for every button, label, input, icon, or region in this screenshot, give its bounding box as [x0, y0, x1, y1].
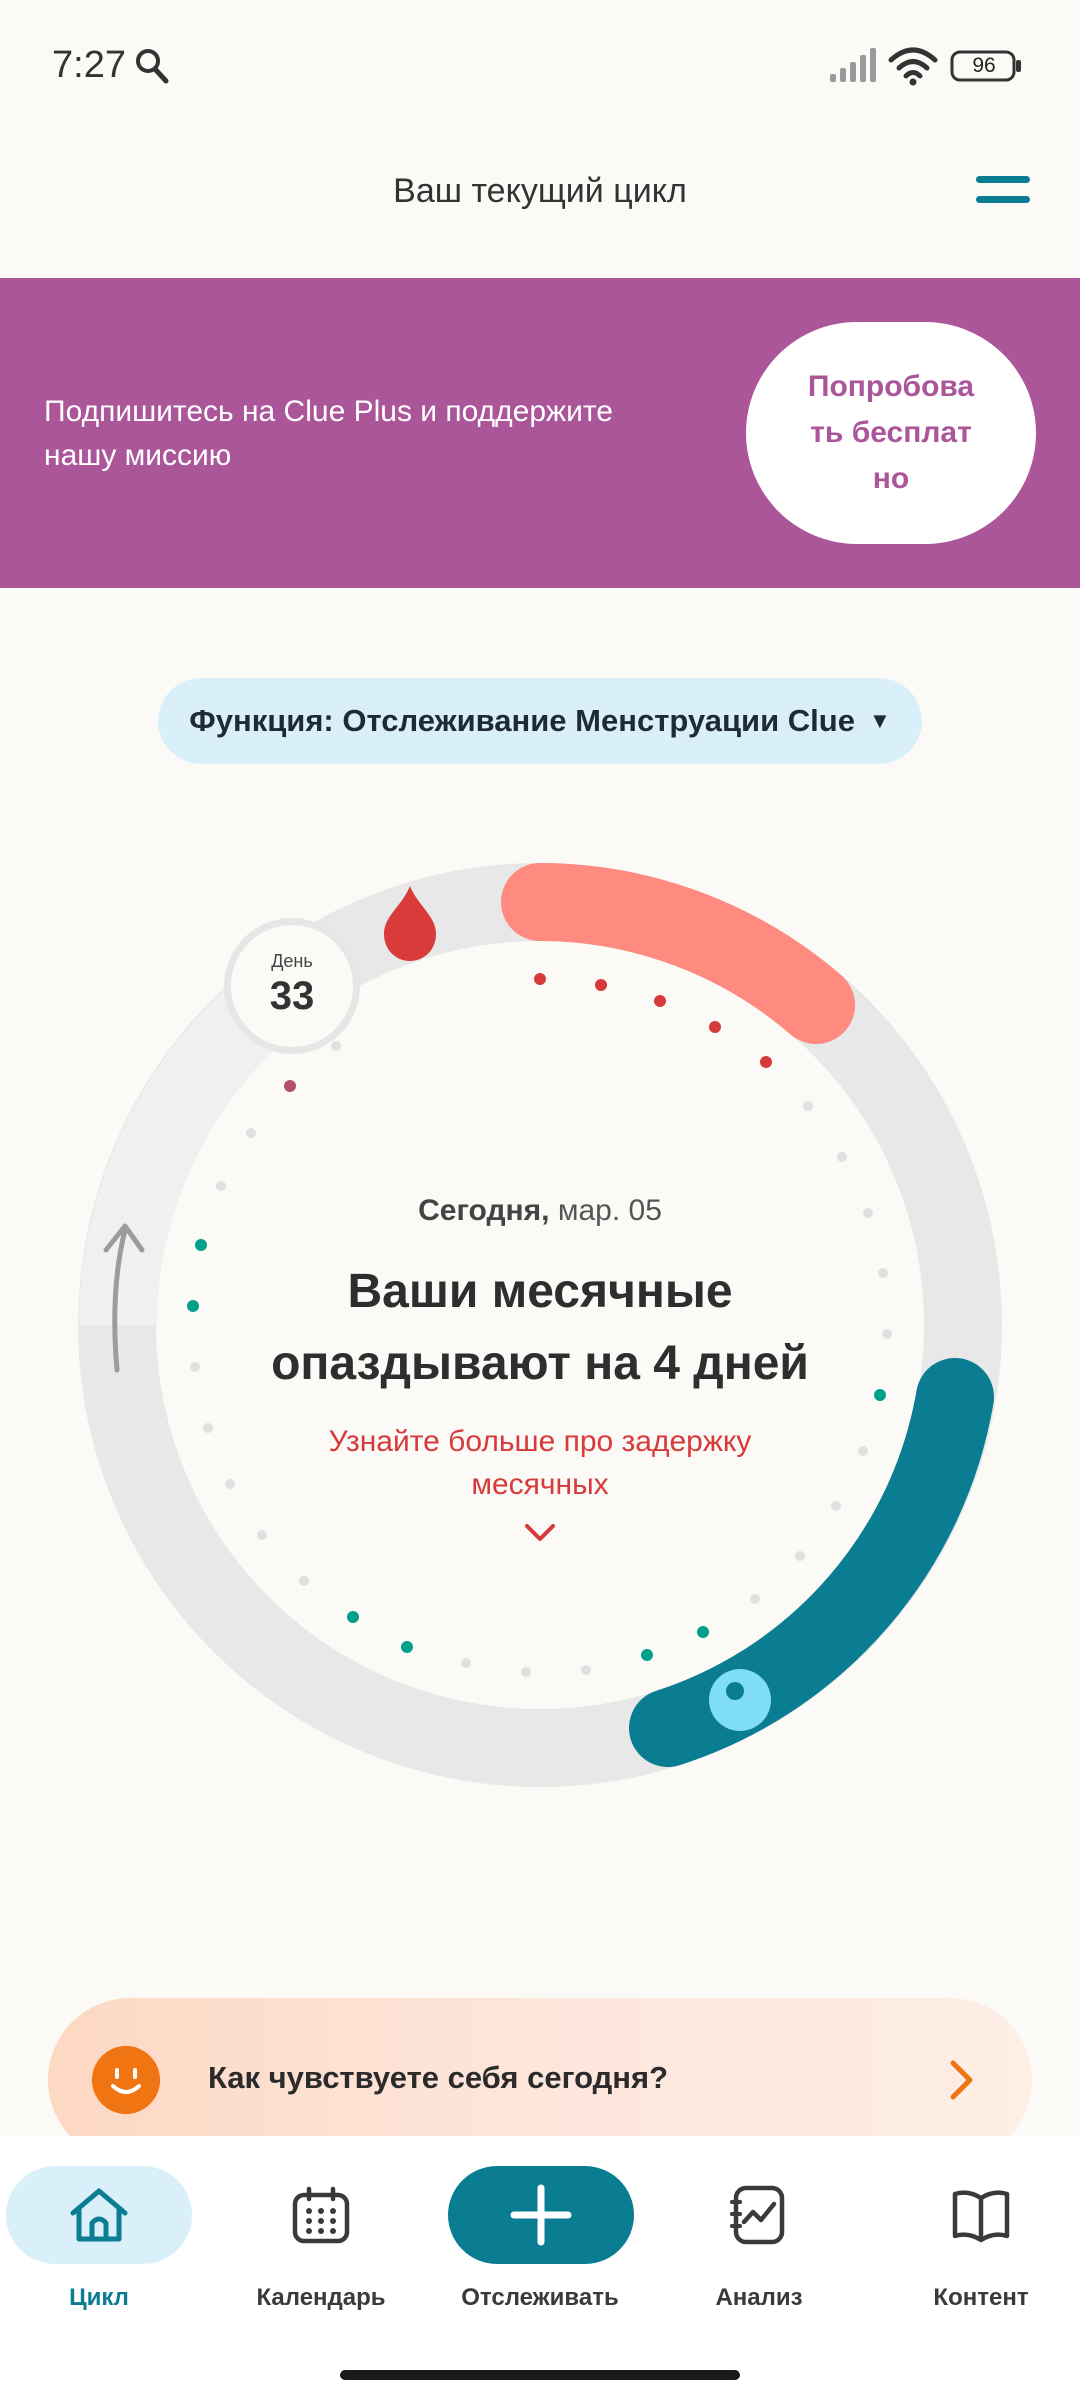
book-icon: [952, 2190, 1010, 2243]
promo-text: Подпишитесь на Clue Plus и поддержите на…: [44, 395, 613, 472]
cellular-signal-icon: [830, 48, 876, 82]
home-indicator[interactable]: [340, 2370, 740, 2380]
chevron-down-icon: ▼: [868, 708, 891, 733]
hamburger-menu-icon[interactable]: [972, 172, 1032, 218]
nav-analysis[interactable]: Анализ: [666, 2166, 852, 2316]
bottom-navigation: Цикл Календарь Отслеживать Анализ Контен…: [0, 2136, 1080, 2400]
ovulation-marker: [709, 1669, 771, 1731]
status-time: 7:27: [52, 44, 126, 86]
plus-icon: [510, 2184, 572, 2246]
search-icon: [136, 49, 169, 84]
chevron-right-icon: [950, 2060, 973, 2100]
track-button[interactable]: [448, 2166, 634, 2264]
battery-level: 96: [972, 54, 996, 77]
nav-label-cycle: Цикл: [69, 2284, 129, 2311]
nav-label-analysis: Анализ: [715, 2284, 803, 2311]
current-day-indicator[interactable]: День 33: [224, 918, 360, 1054]
smiley-face-icon: [92, 2046, 160, 2114]
nav-content[interactable]: Контент: [888, 2166, 1074, 2316]
nav-cycle[interactable]: Цикл: [6, 2166, 192, 2316]
analysis-icon: [730, 2185, 785, 2245]
calendar-icon: [292, 2186, 350, 2244]
feature-selector[interactable]: Функция: Отслеживание Менструации Clue ▼: [158, 678, 922, 764]
promo-banner: Подпишитесь на Clue Plus и поддержите на…: [0, 278, 1080, 588]
chevron-down-icon[interactable]: [523, 1522, 557, 1544]
ovulation-marker-dot: [726, 1682, 744, 1700]
learn-more-late-period-link[interactable]: Узнайте больше про задержку месячных: [290, 1420, 790, 1506]
try-free-button[interactable]: Попробовать бесплатно: [746, 322, 1036, 544]
today-date: Сегодня, мар. 05: [240, 1194, 840, 1228]
wifi-icon: [888, 47, 938, 86]
day-number: 33: [269, 974, 315, 1018]
date-value: мар. 05: [557, 1194, 662, 1227]
cycle-status-headline: Ваши месячные опаздывают на 4 дней: [271, 1265, 809, 1390]
nav-label-content: Контент: [933, 2284, 1029, 2311]
today-label: Сегодня,: [418, 1194, 550, 1227]
page-title: Ваш текущий цикл: [393, 172, 687, 210]
home-icon: [70, 2188, 128, 2242]
nav-calendar[interactable]: Календарь: [228, 2166, 414, 2316]
feature-label: Функция: Отслеживание Менструации Clue: [189, 703, 855, 738]
mood-question: Как чувствуете себя сегодня?: [208, 2060, 669, 2095]
nav-label-track[interactable]: Отслеживать: [400, 2284, 680, 2312]
period-arc: [501, 863, 855, 1044]
day-label: День: [271, 951, 313, 971]
app-header: Ваш текущий цикл: [0, 132, 1080, 278]
status-bar: 7:27 96: [0, 0, 1080, 132]
